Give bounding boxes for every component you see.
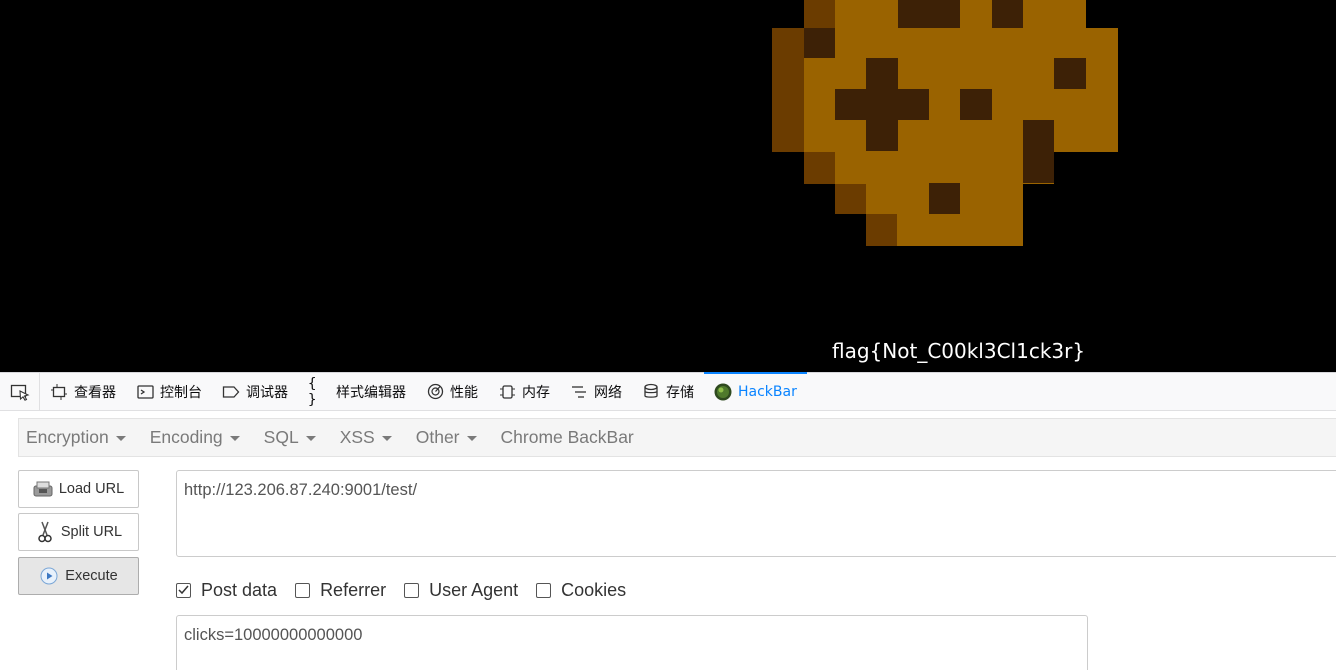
cookies-checkbox[interactable]: Cookies (536, 580, 626, 601)
play-icon (39, 566, 59, 586)
tab-label: 存储 (666, 384, 694, 401)
post-data-value: clicks=10000000000000 (184, 626, 363, 644)
page-viewport: flag{Not_C00kl3Cl1ck3r} (0, 0, 1336, 372)
post-data-checkbox[interactable]: Post data (176, 580, 277, 601)
menu-other[interactable]: Other (416, 427, 477, 448)
cookie-image[interactable] (772, 0, 1118, 246)
storage-icon (642, 383, 660, 401)
options-row: Post data Referrer User Agent Cookies (176, 578, 644, 602)
tab-hackbar[interactable]: HackBar (704, 371, 807, 411)
memory-icon (498, 383, 516, 401)
tab-storage[interactable]: 存储 (632, 373, 704, 411)
tab-inspector[interactable]: 查看器 (40, 373, 126, 411)
menu-sql[interactable]: SQL (264, 427, 316, 448)
network-icon (570, 383, 588, 401)
load-url-label: Load URL (58, 481, 125, 497)
caret-down-icon (305, 436, 316, 441)
menu-label: Encryption (26, 427, 109, 447)
performance-icon (426, 383, 444, 401)
referrer-label: Referrer (320, 579, 387, 600)
menu-encoding[interactable]: Encoding (150, 427, 240, 448)
user-agent-checkbox[interactable]: User Agent (404, 580, 518, 601)
split-url-button[interactable]: Split URL (18, 513, 139, 551)
menu-xss[interactable]: XSS (340, 427, 392, 448)
tab-memory[interactable]: 内存 (488, 373, 560, 411)
user-agent-label: User Agent (429, 579, 519, 600)
tab-label: HackBar (738, 383, 797, 400)
post-data-label: Post data (201, 579, 278, 600)
menu-label: XSS (339, 427, 375, 447)
tab-label: 查看器 (74, 384, 116, 401)
referrer-checkbox[interactable]: Referrer (295, 580, 386, 601)
menu-label: SQL (263, 427, 299, 447)
split-url-label: Split URL (60, 524, 123, 540)
checkbox-icon (536, 582, 552, 598)
checkbox-icon (295, 582, 311, 598)
tab-label: 控制台 (160, 384, 202, 401)
tab-label: 样式编辑器 (336, 384, 406, 401)
load-url-button[interactable]: Load URL (18, 470, 139, 508)
tab-label: 调试器 (246, 384, 288, 401)
caret-down-icon (229, 436, 240, 441)
url-textarea[interactable]: http://123.206.87.240:9001/test/ (176, 470, 1336, 557)
caret-down-icon (381, 436, 392, 441)
scissors-icon (35, 521, 55, 543)
tab-style-editor[interactable]: { } 样式编辑器 (298, 373, 416, 411)
tab-console[interactable]: 控制台 (126, 373, 212, 411)
tab-performance[interactable]: 性能 (416, 373, 488, 411)
menu-encryption[interactable]: Encryption (26, 427, 126, 448)
menu-label: Other (415, 427, 460, 447)
tab-label: 内存 (522, 384, 550, 401)
flag-text: flag{Not_C00kl3Cl1ck3r} (832, 339, 1086, 363)
devtools-toolbar: 查看器 控制台 调试器 { } 样式编辑器 性能 内存 网络 存储 HackBa… (0, 371, 1336, 411)
element-picker-icon (10, 384, 30, 401)
checkbox-icon (404, 582, 420, 598)
post-data-textarea[interactable]: clicks=10000000000000 (176, 615, 1088, 670)
style-editor-icon: { } (308, 375, 317, 408)
caret-down-icon (115, 436, 126, 441)
tab-label: 性能 (450, 384, 478, 401)
hackbar-icon (714, 383, 732, 401)
caret-down-icon (466, 436, 477, 441)
inspector-icon (50, 383, 68, 401)
menu-chrome-backbar[interactable]: Chrome BackBar (501, 427, 634, 448)
console-icon (136, 383, 154, 401)
element-picker-button[interactable] (0, 372, 40, 411)
menu-label: Chrome BackBar (500, 427, 634, 447)
checkbox-checked-icon (176, 582, 191, 598)
tab-debugger[interactable]: 调试器 (212, 373, 298, 411)
tab-network[interactable]: 网络 (560, 373, 632, 411)
hackbar-menubar: Encryption Encoding SQL XSS Other Chrome… (18, 418, 1336, 457)
url-value: http://123.206.87.240:9001/test/ (184, 481, 418, 499)
tab-label: 网络 (594, 384, 622, 401)
menu-label: Encoding (149, 427, 223, 447)
cookies-label: Cookies (561, 579, 627, 600)
execute-label: Execute (65, 568, 118, 584)
debugger-icon (222, 383, 240, 401)
load-url-icon (33, 479, 53, 499)
execute-button[interactable]: Execute (18, 557, 139, 595)
